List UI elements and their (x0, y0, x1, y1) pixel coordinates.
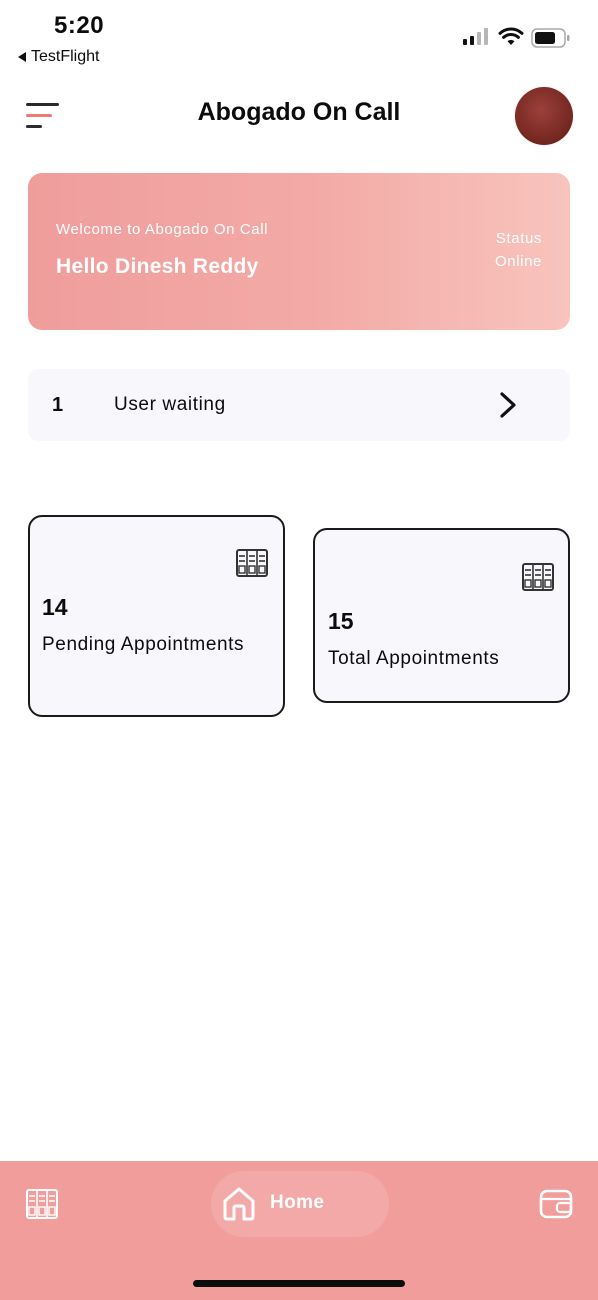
welcome-subtitle: Welcome to Abogado On Call (56, 221, 269, 238)
waiting-label: User waiting (114, 394, 226, 415)
calendar-icon (236, 549, 268, 577)
calendar-icon[interactable] (26, 1189, 58, 1219)
home-tab-label: Home (270, 1192, 325, 1213)
wallet-icon[interactable] (539, 1188, 573, 1220)
calendar-icon (522, 563, 554, 591)
cellular-signal-icon (463, 28, 488, 45)
pending-count: 14 (42, 594, 68, 620)
welcome-card (28, 173, 570, 330)
page-title: Abogado On Call (197, 98, 401, 126)
back-app-label: TestFlight (31, 48, 100, 65)
status-time: 5:20 (54, 12, 105, 39)
pending-label: Pending Appointments (42, 634, 245, 655)
total-count: 15 (328, 608, 354, 634)
back-to-testflight[interactable]: TestFlight (18, 48, 99, 66)
avatar[interactable] (515, 87, 573, 145)
wifi-icon (498, 27, 524, 45)
status-label: Status (495, 230, 542, 247)
home-indicator (193, 1280, 405, 1287)
back-arrow-icon (18, 52, 26, 62)
chevron-right-icon[interactable] (495, 390, 521, 420)
home-icon (223, 1187, 255, 1221)
welcome-greeting: Hello Dinesh Reddy (56, 255, 259, 278)
battery-icon (531, 28, 570, 48)
status-value: Online (495, 253, 542, 270)
user-waiting-row[interactable] (28, 369, 570, 441)
total-label: Total Appointments (328, 648, 500, 669)
waiting-count: 1 (52, 394, 64, 416)
